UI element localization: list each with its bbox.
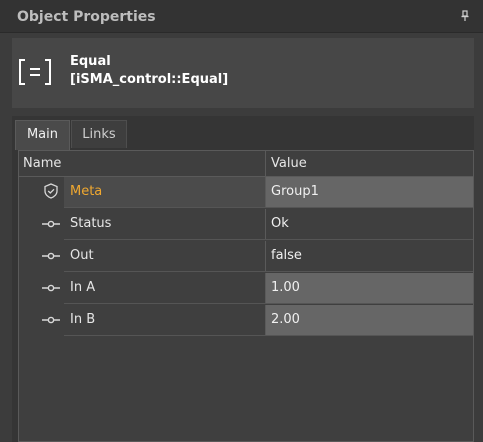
object-type: [iSMA_control::Equal] — [70, 72, 229, 87]
slot-connector-icon — [41, 217, 61, 231]
tab-links[interactable]: Links — [71, 120, 127, 148]
property-row-status[interactable]: Status Ok — [19, 209, 473, 240]
property-row-in-a[interactable]: In A 1.00 — [19, 273, 473, 304]
value-cell — [265, 209, 473, 239]
column-divider[interactable] — [265, 151, 266, 177]
equal-block-icon — [17, 54, 53, 90]
property-value[interactable]: 1.00 — [271, 280, 300, 295]
property-name: Status — [70, 216, 112, 231]
property-value: Ok — [271, 216, 289, 231]
name-cell — [64, 241, 265, 271]
grid-header: Name Value — [19, 151, 473, 177]
slot-connector-icon — [41, 313, 61, 327]
slot-connector-icon — [41, 249, 61, 263]
property-name: In B — [70, 312, 96, 327]
row-divider — [64, 207, 473, 208]
property-name: Out — [70, 248, 94, 263]
pin-icon[interactable] — [459, 10, 471, 22]
slot-connector-icon — [41, 281, 61, 295]
tab-main[interactable]: Main — [15, 120, 70, 150]
property-row-meta[interactable]: Meta Group1 — [19, 177, 473, 208]
property-row-in-b[interactable]: In B 2.00 — [19, 305, 473, 336]
row-divider — [64, 303, 473, 304]
object-properties-panel: Object Properties Equal [iSMA_control::E… — [0, 0, 483, 442]
property-name: Meta — [70, 184, 103, 199]
property-row-out[interactable]: Out false — [19, 241, 473, 272]
tabs-area: Main Links Name Value Meta Group1 Status… — [12, 116, 474, 442]
object-name: Equal — [70, 54, 111, 69]
shield-icon — [41, 183, 61, 199]
property-name: In A — [70, 280, 96, 295]
property-value[interactable]: 2.00 — [271, 312, 300, 327]
panel-titlebar: Object Properties — [0, 0, 483, 33]
object-header: Equal [iSMA_control::Equal] — [12, 38, 474, 108]
row-divider — [64, 271, 473, 272]
column-header-name[interactable]: Name — [23, 156, 61, 171]
row-divider — [64, 335, 473, 336]
column-header-value[interactable]: Value — [271, 156, 307, 171]
property-grid: Name Value Meta Group1 Status Ok Out fal… — [18, 150, 474, 442]
row-divider — [64, 239, 473, 240]
property-value[interactable]: Group1 — [271, 184, 319, 199]
property-value: false — [271, 248, 302, 263]
panel-title: Object Properties — [17, 9, 156, 25]
